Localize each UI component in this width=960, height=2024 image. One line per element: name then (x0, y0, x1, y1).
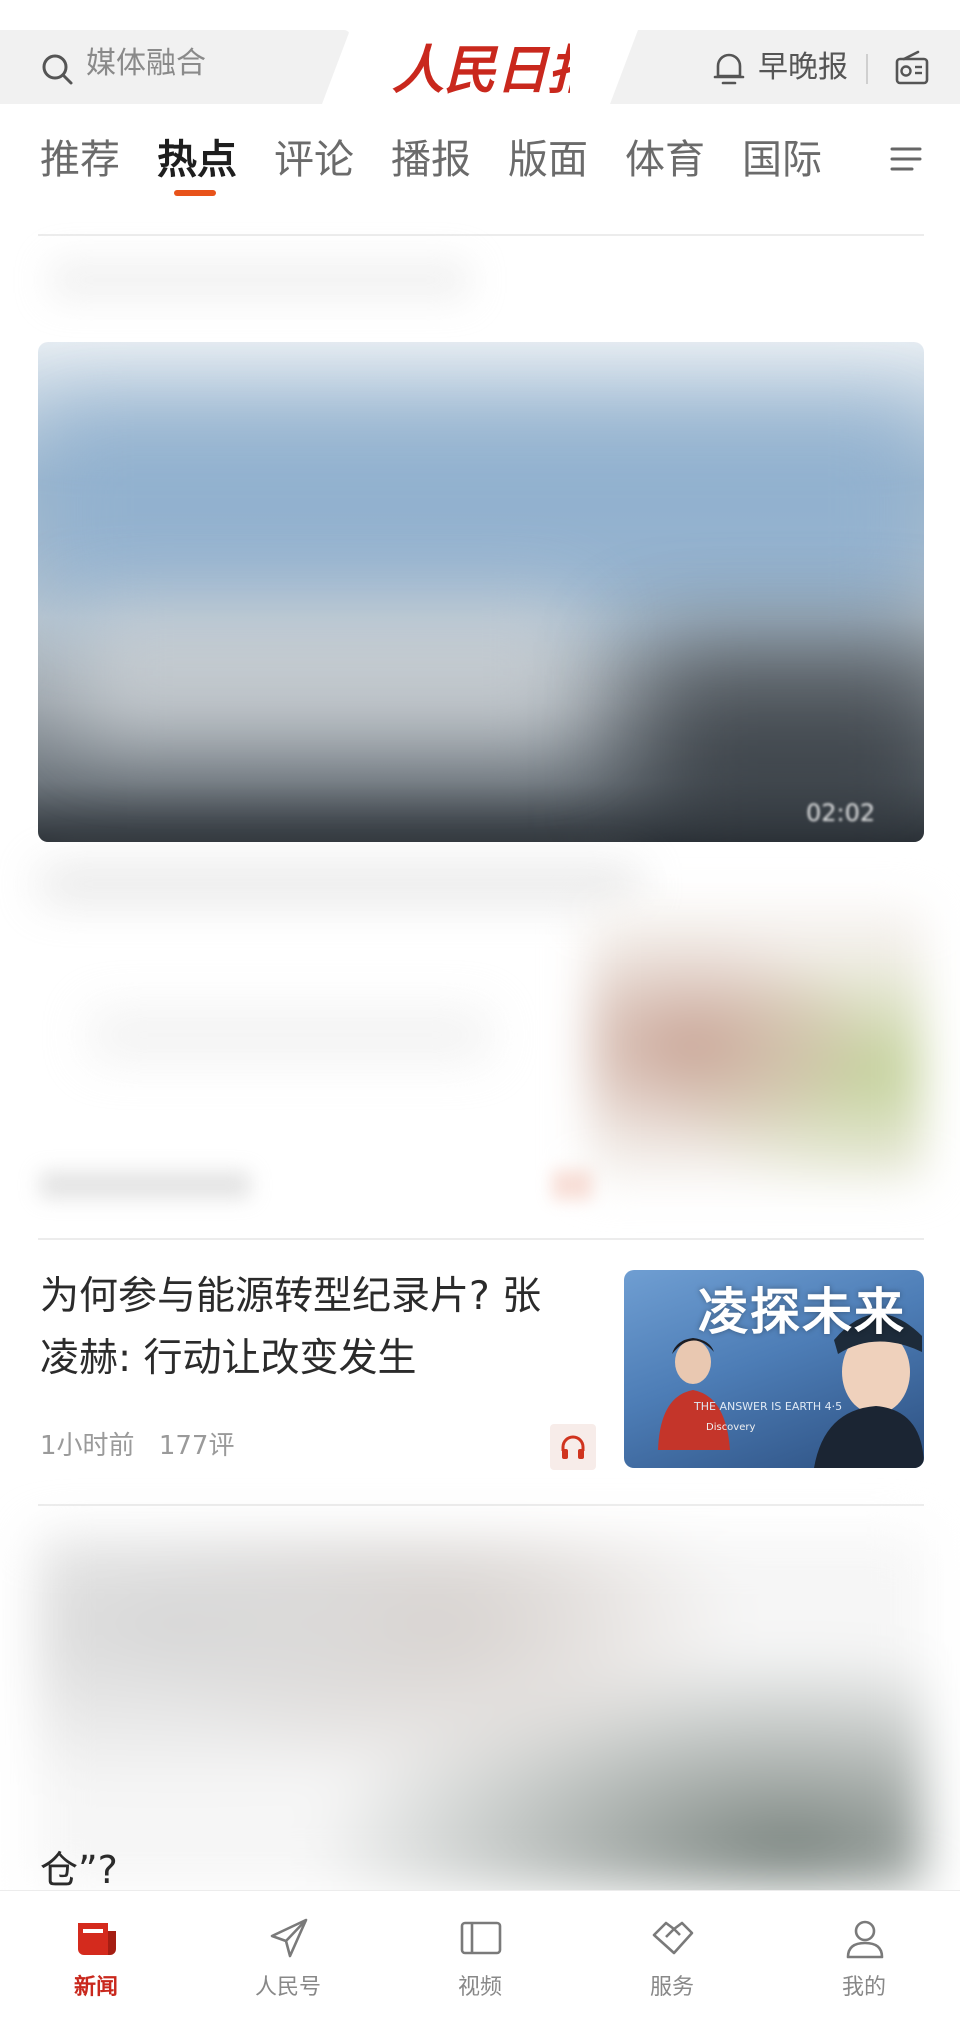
tab-pages[interactable]: 版面 (508, 120, 588, 200)
item4-thumbnail-blurred[interactable] (38, 1536, 924, 1886)
alarm-bell-icon[interactable] (712, 50, 746, 88)
tab-sports[interactable]: 体育 (625, 120, 705, 200)
thumbnail-partner: Discovery (706, 1422, 756, 1433)
tab-scroll-fade (820, 120, 880, 200)
video-icon (460, 1921, 502, 1955)
feed-divider (38, 1238, 924, 1240)
send-icon (270, 1918, 308, 1958)
nav-services[interactable]: 服务 (576, 1891, 768, 2024)
headphones-icon (561, 1435, 585, 1459)
tab-hot[interactable]: 热点 (157, 120, 237, 200)
peoples-daily-logo: 人民日报 (392, 40, 570, 101)
thumbnail-title: 凌探未来 (698, 1283, 906, 1341)
news-icon (78, 1923, 116, 1955)
lead-title-blurred (50, 260, 470, 300)
nav-label: 新闻 (73, 1975, 118, 2000)
nav-mine[interactable]: 我的 (768, 1891, 960, 2024)
news-time: 1小时前 (40, 1431, 135, 1461)
lead-caption-blurred (40, 866, 640, 902)
tab-commentary[interactable]: 评论 (274, 120, 354, 200)
channel-menu-icon[interactable] (890, 146, 922, 172)
nav-label: 服务 (649, 1975, 694, 2000)
top-header: 媒体融合 人民日报 早晚报 (0, 0, 960, 108)
feed-divider (38, 234, 924, 236)
active-tab-indicator (174, 190, 216, 196)
news-title[interactable]: 为何参与能源转型纪录片? 张凌赫: 行动让改变发生 (40, 1266, 580, 1390)
tab-recommend[interactable]: 推荐 (40, 120, 120, 200)
nav-label: 我的 (841, 1975, 886, 2000)
profile-icon (846, 1920, 884, 1959)
feed-divider (38, 1504, 924, 1506)
news-meta: 1小时前 177评 (40, 1428, 234, 1464)
header-divider (866, 54, 868, 84)
tab-broadcast[interactable]: 播报 (391, 120, 471, 200)
item2-meta-blurred (40, 1172, 250, 1198)
news-thumbnail[interactable]: 凌探未来 THE ANSWER IS EARTH 4·5 Discovery (624, 1270, 924, 1468)
nav-news[interactable]: 新闻 (0, 1891, 192, 2024)
search-placeholder[interactable]: 媒体融合 (86, 44, 206, 84)
thumbnail-subtitle: THE ANSWER IS EARTH 4·5 (694, 1400, 843, 1413)
tab-international[interactable]: 国际 (742, 120, 822, 200)
nav-label: 人民号 (254, 1975, 321, 2000)
lead-video-thumbnail[interactable] (38, 342, 924, 842)
morning-evening-news-button[interactable]: 早晚报 (758, 48, 848, 88)
radio-icon[interactable] (894, 50, 930, 86)
nav-label: 视频 (457, 1975, 502, 2000)
news-comments[interactable]: 177评 (159, 1431, 235, 1461)
video-duration: 02:02 (806, 799, 876, 827)
item2-thumbnail-blurred[interactable] (588, 910, 924, 1180)
nav-peoples-account[interactable]: 人民号 (192, 1891, 384, 2024)
item2-audio-blurred (552, 1170, 592, 1200)
handshake-icon (652, 1921, 694, 1955)
channel-tabs: 推荐 热点 评论 播报 版面 体育 国际 (0, 120, 960, 200)
item2-title-blurred (90, 1010, 490, 1060)
search-icon[interactable] (40, 52, 74, 86)
logo-text: 人民日报 (392, 40, 570, 101)
listen-button[interactable] (550, 1424, 596, 1470)
nav-video[interactable]: 视频 (384, 1891, 576, 2024)
bottom-navigation: 新闻 人民号 视频 服务 我的 (0, 1890, 960, 2024)
